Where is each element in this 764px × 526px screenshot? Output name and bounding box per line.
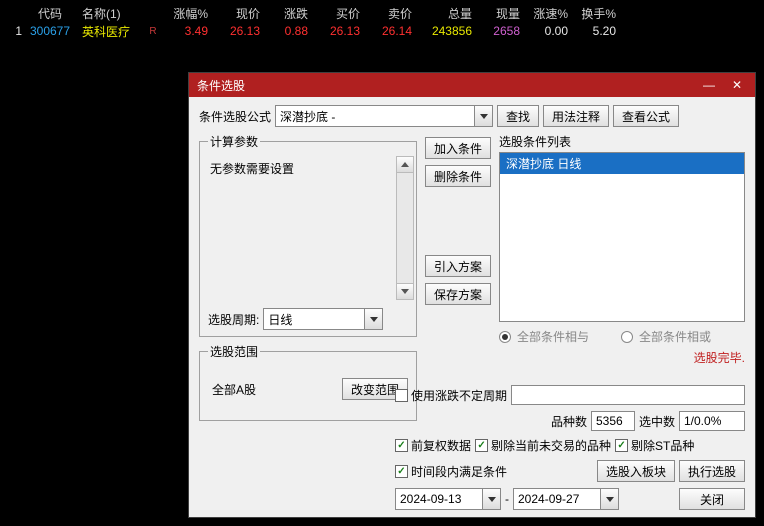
selection-done-text: 选股完毕. <box>694 351 745 365</box>
minimize-icon[interactable]: — <box>695 76 723 94</box>
add-condition-button[interactable]: 加入条件 <box>425 137 491 159</box>
dialog-titlebar[interactable]: 条件选股 — ✕ <box>189 73 755 97</box>
chevron-down-icon[interactable] <box>600 489 618 509</box>
cell-now: 2658 <box>472 24 520 38</box>
formula-label: 条件选股公式 <box>199 108 271 125</box>
variety-value: 5356 <box>591 411 635 431</box>
date-from-value: 2024-09-13 <box>396 492 482 506</box>
view-formula-button[interactable]: 查看公式 <box>613 105 679 127</box>
th-vol: 总量 <box>412 5 472 22</box>
range-legend: 选股范围 <box>208 343 260 360</box>
period-combo[interactable]: 日线 <box>263 308 383 330</box>
condition-list-label: 选股条件列表 <box>499 133 745 150</box>
th-spd: 涨速% <box>520 5 568 22</box>
radio-or[interactable] <box>621 331 633 343</box>
th-turn: 换手% <box>568 5 616 22</box>
cell-name: 英科医疗 <box>78 23 146 40</box>
calc-params-legend: 计算参数 <box>208 133 260 150</box>
period-label: 选股周期: <box>208 311 259 328</box>
stock-row[interactable]: 1 300677 英科医疗 R 3.49 26.13 0.88 26.13 26… <box>4 22 760 40</box>
cell-rflag: R <box>146 26 160 37</box>
date-to-value: 2024-09-27 <box>514 492 600 506</box>
calc-params-group: 计算参数 无参数需要设置 选股周期: 日线 <box>199 133 417 337</box>
stock-table-header: 代码 名称(1) 涨幅% 现价 涨跌 买价 卖价 总量 现量 涨速% 换手% <box>4 4 760 22</box>
exclude-st-checkbox[interactable]: ✓剔除ST品种 <box>615 437 694 454</box>
hit-label: 选中数 <box>639 413 675 430</box>
th-ask: 卖价 <box>360 5 412 22</box>
cell-idx: 1 <box>4 24 22 38</box>
th-code: 代码 <box>22 5 78 22</box>
use-period-field[interactable] <box>511 385 745 405</box>
fq-checkbox[interactable]: ✓前复权数据 <box>395 437 471 454</box>
cell-bid: 26.13 <box>308 24 360 38</box>
date-from-field[interactable]: 2024-09-13 <box>395 488 501 510</box>
th-chg: 涨跌 <box>260 5 308 22</box>
th-now: 现量 <box>472 5 520 22</box>
condition-select-dialog: 条件选股 — ✕ 条件选股公式 深潜抄底 - 查找 用法注释 查看公式 计算参数… <box>188 72 756 518</box>
th-name: 名称(1) <box>78 5 146 22</box>
condition-list[interactable]: 深潜抄底 日线 <box>499 152 745 322</box>
cell-pct: 3.49 <box>160 24 208 38</box>
cell-ask: 26.14 <box>360 24 412 38</box>
date-to-field[interactable]: 2024-09-27 <box>513 488 619 510</box>
usage-button[interactable]: 用法注释 <box>543 105 609 127</box>
radio-and-label: 全部条件相与 <box>517 328 589 345</box>
scroll-up-icon[interactable] <box>397 157 413 173</box>
th-bid: 买价 <box>308 5 360 22</box>
range-group: 选股范围 全部A股 改变范围 <box>199 343 417 421</box>
radio-and[interactable] <box>499 331 511 343</box>
timerange-checkbox[interactable]: ✓时间段内满足条件 <box>395 463 507 480</box>
stock-table: 代码 名称(1) 涨幅% 现价 涨跌 买价 卖价 总量 现量 涨速% 换手% 1… <box>0 0 764 40</box>
execute-button[interactable]: 执行选股 <box>679 460 745 482</box>
find-button[interactable]: 查找 <box>497 105 539 127</box>
cell-vol: 243856 <box>412 24 472 38</box>
close-icon[interactable]: ✕ <box>723 76 751 94</box>
hit-value: 1/0.0% <box>679 411 745 431</box>
cell-chg: 0.88 <box>260 24 308 38</box>
use-period-checkbox[interactable]: 使用涨跌不定周期 <box>395 387 507 404</box>
chevron-down-icon[interactable] <box>474 106 492 126</box>
cell-price: 26.13 <box>208 24 260 38</box>
use-period-label: 使用涨跌不定周期 <box>411 387 507 404</box>
th-price: 现价 <box>208 5 260 22</box>
params-scrollbar[interactable] <box>396 156 414 300</box>
cell-spd: 0.00 <box>520 24 568 38</box>
period-value: 日线 <box>264 311 364 328</box>
variety-label: 品种数 <box>551 413 587 430</box>
scroll-down-icon[interactable] <box>397 283 413 299</box>
save-plan-button[interactable]: 保存方案 <box>425 283 491 305</box>
date-sep: - <box>505 492 509 506</box>
delete-condition-button[interactable]: 删除条件 <box>425 165 491 187</box>
formula-combo[interactable]: 深潜抄底 - <box>275 105 493 127</box>
chevron-down-icon[interactable] <box>482 489 500 509</box>
import-plan-button[interactable]: 引入方案 <box>425 255 491 277</box>
no-params-text: 无参数需要设置 <box>210 162 294 176</box>
cell-turn: 5.20 <box>568 24 616 38</box>
cell-code: 300677 <box>22 24 78 38</box>
close-button[interactable]: 关闭 <box>679 488 745 510</box>
th-pct: 涨幅% <box>160 5 208 22</box>
dialog-title: 条件选股 <box>197 77 245 94</box>
to-block-button[interactable]: 选股入板块 <box>597 460 675 482</box>
chevron-down-icon[interactable] <box>364 309 382 329</box>
condition-list-item[interactable]: 深潜抄底 日线 <box>500 153 744 174</box>
radio-or-label: 全部条件相或 <box>639 328 711 345</box>
range-value: 全部A股 <box>208 381 342 398</box>
exclude-notrade-checkbox[interactable]: ✓剔除当前未交易的品种 <box>475 437 611 454</box>
formula-value: 深潜抄底 - <box>276 108 474 125</box>
